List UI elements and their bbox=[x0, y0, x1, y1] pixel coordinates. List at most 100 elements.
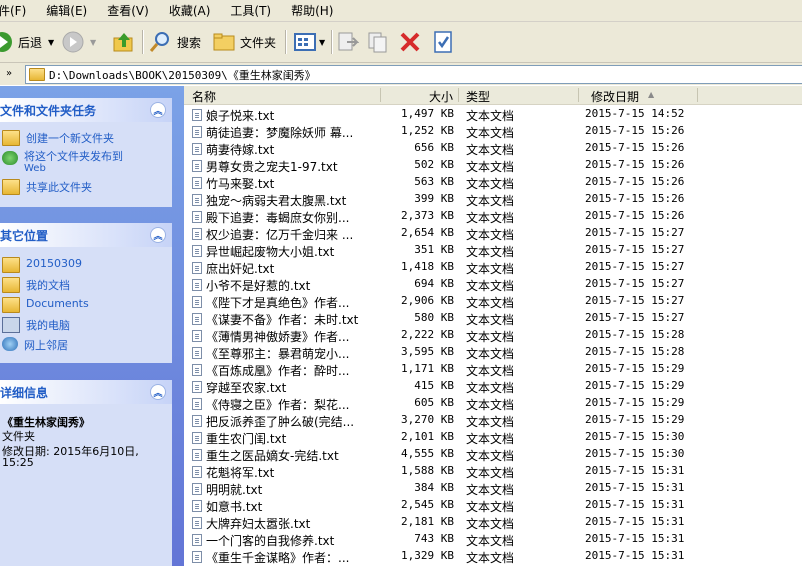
file-name: 穿越至农家.txt bbox=[206, 381, 287, 395]
file-row[interactable]: 庶出奸妃.txt 1,418 KB 文本文档 2015-7-15 15:27 bbox=[184, 259, 802, 276]
file-row[interactable]: 《谋妻不备》作者：未时.txt 580 KB 文本文档 2015-7-15 15:27 bbox=[184, 310, 802, 327]
file-type: 文本文档 bbox=[466, 279, 515, 293]
task-publish-web[interactable]: 将这个文件夹发布到 Web bbox=[2, 151, 123, 175]
file-list: 名称 大小 类型 修改日期 ▲ 娘子悦来.txt 1,497 KB 文本文档 2015… bbox=[184, 86, 802, 566]
file-size: 2,222 KB bbox=[401, 328, 454, 341]
place-my-computer[interactable]: 我的电脑 bbox=[2, 317, 70, 333]
task-share-folder[interactable]: 共享此文件夹 bbox=[2, 179, 92, 195]
menu-help[interactable]: 帮助(H) bbox=[291, 2, 333, 19]
file-row[interactable]: 如意书.txt 2,545 KB 文本文档 2015-7-15 15:31 bbox=[184, 497, 802, 514]
menu-view[interactable]: 查看(V) bbox=[107, 2, 149, 19]
place-label: 我的电脑 bbox=[26, 319, 70, 332]
file-modified: 2015-7-15 14:52 bbox=[585, 107, 685, 120]
address-chevron-icon: » bbox=[6, 68, 13, 79]
views-button[interactable]: ▼ bbox=[293, 28, 325, 56]
delete-button[interactable] bbox=[398, 28, 422, 56]
file-type: 文本文档 bbox=[466, 177, 515, 191]
file-row[interactable]: 明明就.txt 384 KB 文本文档 2015-7-15 15:31 bbox=[184, 480, 802, 497]
file-row[interactable]: 《薄情男神傲娇妻》作者... 2,222 KB 文本文档 2015-7-15 15:2… bbox=[184, 327, 802, 344]
back-arrow-icon bbox=[0, 32, 12, 52]
file-row[interactable]: 把反派养歪了肿么破(完结... 3,270 KB 文本文档 2015-7-15 15:… bbox=[184, 412, 802, 429]
text-file-icon bbox=[192, 347, 202, 359]
place-20150309[interactable]: 20150309 bbox=[2, 257, 82, 273]
place-my-documents[interactable]: 我的文档 bbox=[2, 277, 70, 293]
properties-button[interactable] bbox=[431, 28, 455, 56]
file-type: 文本文档 bbox=[466, 194, 515, 208]
file-row[interactable]: 《百炼成凰》作者：酔时... 1,171 KB 文本文档 2015-7-15 15:2… bbox=[184, 361, 802, 378]
file-row[interactable]: 《侍寝之臣》作者：梨花... 605 KB 文本文档 2015-7-15 15:29 bbox=[184, 395, 802, 412]
file-row[interactable]: 权少追妻：亿万千金归来 ... 2,654 KB 文本文档 2015-7-15 15:… bbox=[184, 225, 802, 242]
forward-button[interactable]: ▼ bbox=[62, 28, 96, 56]
up-folder-button[interactable] bbox=[112, 28, 136, 56]
move-to-button[interactable] bbox=[335, 28, 359, 56]
collapse-chevron-icon[interactable]: ︽ bbox=[150, 102, 166, 118]
details-panel-body: 《重生林家闺秀》 文件夹 修改日期: 2015年6月10日, 15:25 bbox=[0, 404, 172, 566]
file-type: 文本文档 bbox=[466, 534, 515, 548]
file-row[interactable]: 独宠～病弱夫君太腹黑.txt 399 KB 文本文档 2015-7-15 15:26 bbox=[184, 191, 802, 208]
file-row[interactable]: 花魁将军.txt 1,588 KB 文本文档 2015-7-15 15:31 bbox=[184, 463, 802, 480]
file-row[interactable]: 重生农门闺.txt 2,101 KB 文本文档 2015-7-15 15:30 bbox=[184, 429, 802, 446]
file-size: 2,654 KB bbox=[401, 226, 454, 239]
column-divider[interactable] bbox=[458, 88, 459, 102]
file-row[interactable]: 大牌弃妇太嚣张.txt 2,181 KB 文本文档 2015-7-15 15:31 bbox=[184, 514, 802, 531]
column-size[interactable]: 大小 bbox=[429, 88, 453, 104]
text-file-icon bbox=[192, 177, 202, 189]
file-row[interactable]: 一个门客的自我修养.txt 743 KB 文本文档 2015-7-15 15:31 bbox=[184, 531, 802, 548]
file-row[interactable]: 萌徒追妻：梦魔除妖师 幕... 1,252 KB 文本文档 2015-7-15 15:… bbox=[184, 123, 802, 140]
copy-to-button[interactable] bbox=[366, 28, 390, 56]
forward-dropdown-icon[interactable]: ▼ bbox=[90, 38, 96, 47]
file-row[interactable]: 竹马来娶.txt 563 KB 文本文档 2015-7-15 15:26 bbox=[184, 174, 802, 191]
collapse-chevron-icon[interactable]: ︽ bbox=[150, 384, 166, 400]
file-name: 萌徒追妻：梦魔除妖师 幕... bbox=[206, 126, 354, 140]
file-size: 415 KB bbox=[414, 379, 454, 392]
file-row[interactable]: 男尊女贵之宠夫1-97.txt 502 KB 文本文档 2015-7-15 15:26 bbox=[184, 157, 802, 174]
column-type[interactable]: 类型 bbox=[466, 88, 490, 104]
file-row[interactable]: 《重生千金谋略》作者：... 1,329 KB 文本文档 2015-7-15 15:3… bbox=[184, 548, 802, 565]
file-row[interactable]: 穿越至农家.txt 415 KB 文本文档 2015-7-15 15:29 bbox=[184, 378, 802, 395]
menu-favorites[interactable]: 收藏(A) bbox=[169, 2, 211, 19]
column-divider[interactable] bbox=[697, 88, 698, 102]
search-label: 搜索 bbox=[177, 35, 202, 50]
file-row[interactable]: 小爷不是好惹的.txt 694 KB 文本文档 2015-7-15 15:27 bbox=[184, 276, 802, 293]
back-dropdown-icon[interactable]: ▼ bbox=[48, 38, 54, 47]
column-divider[interactable] bbox=[578, 88, 579, 102]
folders-button[interactable]: 文件夹 bbox=[212, 28, 276, 56]
column-divider[interactable] bbox=[380, 88, 381, 102]
place-network[interactable]: 网上邻居 bbox=[2, 337, 68, 353]
menu-tools[interactable]: 工具(T) bbox=[230, 2, 271, 19]
back-button[interactable]: 后退 ▼ bbox=[0, 28, 54, 56]
file-type: 文本文档 bbox=[466, 245, 515, 259]
column-modified[interactable]: 修改日期 bbox=[591, 88, 639, 104]
file-modified: 2015-7-15 15:31 bbox=[585, 481, 685, 494]
menu-file[interactable]: 件(F) bbox=[0, 2, 26, 19]
file-row[interactable]: 萌妻待嫁.txt 656 KB 文本文档 2015-7-15 15:26 bbox=[184, 140, 802, 157]
file-name: 萌妻待嫁.txt bbox=[206, 143, 275, 157]
file-row[interactable]: 《陛下才是真绝色》作者... 2,906 KB 文本文档 2015-7-15 15:2… bbox=[184, 293, 802, 310]
file-size: 1,329 KB bbox=[401, 549, 454, 562]
menu-edit[interactable]: 编辑(E) bbox=[46, 2, 87, 19]
file-row[interactable]: 重生之医品嫡女-完结.txt 4,555 KB 文本文档 2015-7-15 15:3… bbox=[184, 446, 802, 463]
file-modified: 2015-7-15 15:26 bbox=[585, 158, 685, 171]
column-name[interactable]: 名称 bbox=[192, 88, 216, 104]
places-panel-header[interactable]: 其它位置 ︽ bbox=[0, 223, 172, 247]
tasks-panel-body: 创建一个新文件夹 将这个文件夹发布到 Web 共享此文件夹 bbox=[0, 122, 172, 207]
file-name: 男尊女贵之宠夫1-97.txt bbox=[206, 160, 338, 174]
task-new-folder[interactable]: 创建一个新文件夹 bbox=[2, 130, 114, 146]
file-modified: 2015-7-15 15:29 bbox=[585, 413, 685, 426]
collapse-chevron-icon[interactable]: ︽ bbox=[150, 227, 166, 243]
views-dropdown-icon[interactable]: ▼ bbox=[319, 38, 325, 47]
details-panel-header[interactable]: 详细信息 ︽ bbox=[0, 380, 172, 404]
file-size: 580 KB bbox=[414, 311, 454, 324]
file-row[interactable]: 娘子悦来.txt 1,497 KB 文本文档 2015-7-15 14:52 bbox=[184, 106, 802, 123]
place-documents[interactable]: Documents bbox=[2, 297, 89, 313]
file-row[interactable]: 殿下追妻：毒蝎庶女你别... 2,373 KB 文本文档 2015-7-15 15:2… bbox=[184, 208, 802, 225]
file-modified: 2015-7-15 15:27 bbox=[585, 294, 685, 307]
file-row[interactable]: 《至尊邪主：暴君萌宠小... 3,595 KB 文本文档 2015-7-15 15:2… bbox=[184, 344, 802, 361]
tasks-panel-header[interactable]: 文件和文件夹任务 ︽ bbox=[0, 98, 172, 122]
file-row[interactable]: 异世崛起废物大小姐.txt 351 KB 文本文档 2015-7-15 15:27 bbox=[184, 242, 802, 259]
task-label: 创建一个新文件夹 bbox=[26, 132, 114, 145]
address-field[interactable]: D:\Downloads\BOOK\20150309\《重生林家闺秀》 bbox=[25, 65, 802, 84]
file-modified: 2015-7-15 15:26 bbox=[585, 175, 685, 188]
text-file-icon bbox=[192, 126, 202, 138]
search-button[interactable]: 搜索 bbox=[148, 28, 201, 56]
